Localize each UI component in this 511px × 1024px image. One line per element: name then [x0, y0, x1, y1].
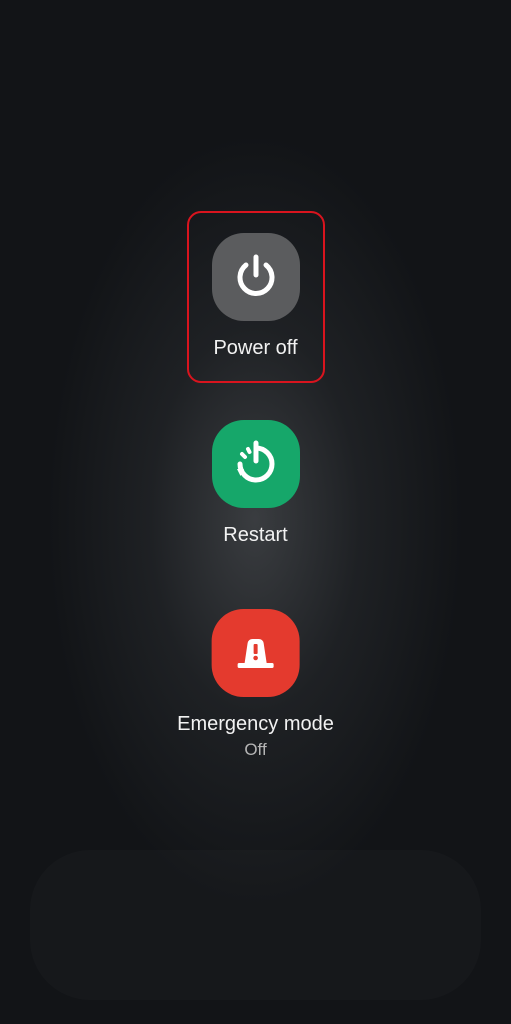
restart-label: Restart: [223, 524, 288, 546]
power-icon: [237, 254, 274, 296]
emergency-mode-tile[interactable]: [211, 609, 300, 697]
power-menu: Power off Restart Emergency mode Off: [0, 0, 511, 1024]
emergency-mode-button[interactable]: Emergency mode Off: [177, 609, 334, 760]
emergency-mode-status: Off: [244, 740, 267, 759]
power-off-label: Power off: [213, 337, 298, 359]
restart-icon: [236, 440, 274, 483]
emergency-mode-label: Emergency mode: [177, 713, 334, 735]
power-off-tile[interactable]: [211, 233, 300, 321]
power-off-button[interactable]: Power off: [186, 211, 325, 383]
restart-button[interactable]: Restart: [211, 420, 300, 547]
restart-tile[interactable]: [211, 420, 300, 508]
emergency-siren-icon: [237, 639, 274, 668]
